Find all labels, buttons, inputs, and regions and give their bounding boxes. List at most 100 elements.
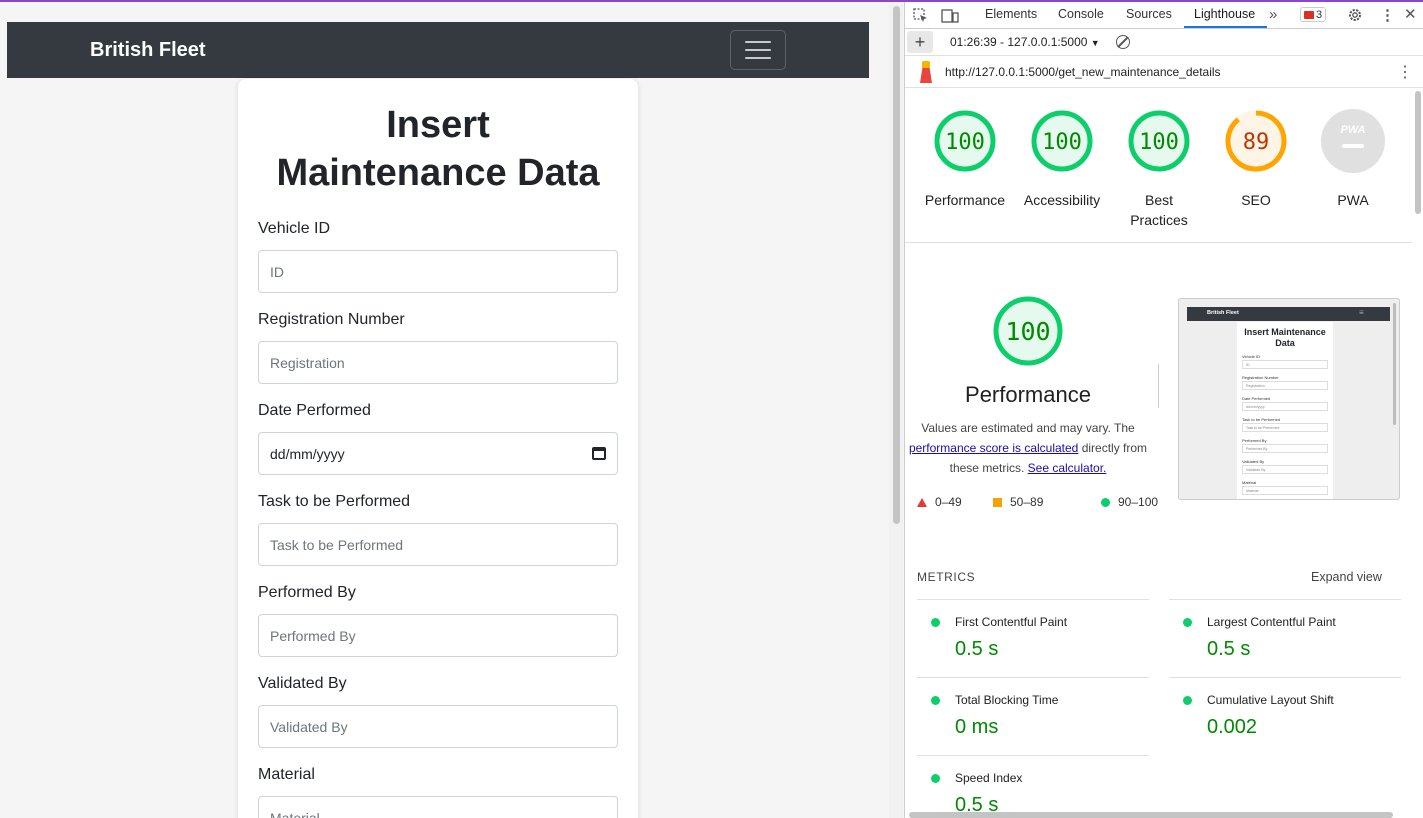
thumb-label: Date Performed (1242, 396, 1271, 401)
see-calculator-link[interactable]: See calculator. (1028, 461, 1107, 475)
material-label: Material (258, 766, 315, 783)
calendar-icon[interactable] (592, 447, 606, 460)
score-ring: 100 (934, 110, 996, 172)
thumb-label: Vehicle ID (1242, 354, 1261, 359)
desc-text-1: Values are estimated and may vary. The (921, 421, 1135, 435)
metric-value: 0.5 s (1207, 638, 1251, 660)
gauge-seo[interactable]: 89 SEO (1211, 109, 1301, 210)
performance-title: Performance (965, 382, 1091, 407)
navbar-toggle-button[interactable] (730, 30, 786, 70)
validated-by-input[interactable]: Validated By (258, 705, 618, 748)
gauge-best-practices[interactable]: 100 Best Practices (1114, 109, 1204, 230)
report-menu-icon[interactable]: ⋮ (1397, 62, 1413, 82)
thumb-brand: British Fleet (1207, 310, 1239, 316)
registration-input[interactable]: Registration (258, 341, 618, 384)
metric-name: Largest Contentful Paint (1207, 615, 1336, 629)
lighthouse-toolbar: + 01:26:39 - 127.0.0.1:5000 ▼ (905, 29, 1423, 56)
thumb-hamburger-icon: ≡ (1359, 308, 1364, 317)
legend-average: 50–89 (993, 495, 1043, 509)
settings-gear-icon[interactable] (1347, 7, 1363, 23)
page-scrollbar-thumb[interactable] (893, 6, 900, 524)
registration-label: Registration Number (258, 311, 405, 328)
metrics-header: METRICS (917, 570, 976, 584)
report-selector[interactable]: 01:26:39 - 127.0.0.1:5000 ▼ (950, 35, 1100, 49)
issues-badge[interactable]: 3 (1300, 7, 1327, 22)
score-ring: 100 (1128, 110, 1190, 172)
score-gauges: 100 Performance 100 Accessibility 100 Be… (905, 89, 1412, 243)
thumb-input: dd/mm/yyyy (1242, 402, 1328, 411)
devtools-horizontal-scrollbar[interactable] (907, 810, 1413, 818)
expand-view-toggle[interactable]: Expand view (1311, 570, 1382, 584)
score-value: 100 (945, 130, 985, 155)
vehicle-id-input[interactable]: ID (258, 250, 618, 293)
divider (1158, 364, 1159, 408)
device-toolbar-icon[interactable] (941, 8, 959, 24)
performed-by-input[interactable]: Performed By (258, 614, 618, 657)
performance-large-score: 100 (1005, 317, 1050, 346)
pass-circle-icon (1101, 497, 1110, 507)
pass-circle-icon (1183, 696, 1192, 705)
devtools-panel: Elements Console Sources Lighthouse » 3 … (904, 2, 1423, 818)
issues-count: 3 (1316, 8, 1323, 21)
final-screenshot-thumbnail[interactable]: British Fleet ≡ Insert Maintenance Data … (1178, 298, 1400, 500)
gauge-label: PWA (1337, 192, 1369, 208)
close-devtools-icon[interactable]: ✕ (1404, 5, 1417, 23)
navbar: British Fleet (7, 22, 869, 78)
gauge-label: Accessibility (1023, 192, 1101, 208)
dropdown-caret-icon: ▼ (1090, 38, 1100, 48)
gauge-accessibility[interactable]: 100 Accessibility (1017, 109, 1107, 210)
legend-fail: 0–49 (917, 495, 962, 509)
score-ring: 89 (1225, 110, 1287, 172)
score-ring: 100 (1031, 110, 1093, 172)
page-scrollbar[interactable] (889, 2, 903, 818)
gauge-pwa[interactable]: PWA PWA (1308, 109, 1398, 210)
metric-value: 0 ms (955, 716, 999, 738)
tab-sources[interactable]: Sources (1126, 7, 1172, 21)
devtools-vertical-scrollbar[interactable] (1413, 89, 1423, 809)
thumb-label: Task to be Performed (1242, 417, 1281, 422)
thumb-input: Performed By (1242, 444, 1328, 453)
date-performed-input[interactable]: dd/mm/yyyy (258, 432, 618, 475)
score-calculated-link[interactable]: performance score is calculated (909, 441, 1078, 455)
lighthouse-logo-icon (919, 61, 933, 83)
more-tabs-icon[interactable]: » (1269, 6, 1277, 23)
performance-description: Values are estimated and may vary. The p… (905, 418, 1151, 478)
thumb-navbar: British Fleet ≡ (1187, 307, 1390, 321)
clear-reports-icon[interactable] (1116, 35, 1130, 49)
tab-console[interactable]: Console (1058, 7, 1104, 21)
pass-circle-icon (931, 618, 940, 627)
task-input[interactable]: Task to be Performed (258, 523, 618, 566)
metric-name: Total Blocking Time (955, 693, 1059, 707)
navbar-brand[interactable]: British Fleet (90, 39, 206, 62)
gauge-label: Performance (924, 192, 1006, 208)
report-selector-label: 01:26:39 - 127.0.0.1:5000 (950, 35, 1088, 49)
pwa-badge-icon: PWA (1321, 109, 1385, 173)
average-square-icon (993, 497, 1002, 507)
score-value: 100 (1042, 130, 1082, 155)
inspect-element-icon[interactable] (913, 8, 929, 24)
thumb-label: Material (1242, 480, 1257, 485)
gauge-label: Best Practices (1130, 192, 1188, 228)
thumb-title: Insert Maintenance Data (1244, 327, 1326, 348)
performance-large-gauge: 100 (993, 296, 1063, 366)
vehicle-id-label: Vehicle ID (258, 220, 331, 237)
validated-by-label: Validated By (258, 675, 347, 692)
metric-tbt: Total Blocking Time 0 ms (917, 677, 1149, 755)
metric-name: First Contentful Paint (955, 615, 1068, 629)
material-input[interactable]: Material (258, 796, 618, 818)
report-url[interactable]: http://127.0.0.1:5000/get_new_maintenanc… (945, 65, 1221, 79)
new-report-button[interactable]: + (907, 31, 933, 53)
tab-elements[interactable]: Elements (985, 7, 1037, 21)
active-tab-indicator (1184, 26, 1267, 28)
devtools-horizontal-scrollbar-thumb[interactable] (909, 812, 1393, 818)
hamburger-icon-line (745, 49, 771, 51)
issues-flag-icon (1304, 10, 1314, 19)
score-value: 89 (1243, 130, 1270, 155)
gauge-performance[interactable]: 100 Performance (920, 109, 1010, 210)
performed-by-label: Performed By (258, 584, 356, 601)
thumb-label: Validated By (1242, 459, 1265, 464)
customize-menu-icon[interactable]: ⋮ (1380, 6, 1395, 24)
legend-pass: 90–100 (1101, 495, 1158, 509)
tab-lighthouse[interactable]: Lighthouse (1194, 7, 1255, 21)
devtools-vertical-scrollbar-thumb[interactable] (1415, 91, 1421, 214)
